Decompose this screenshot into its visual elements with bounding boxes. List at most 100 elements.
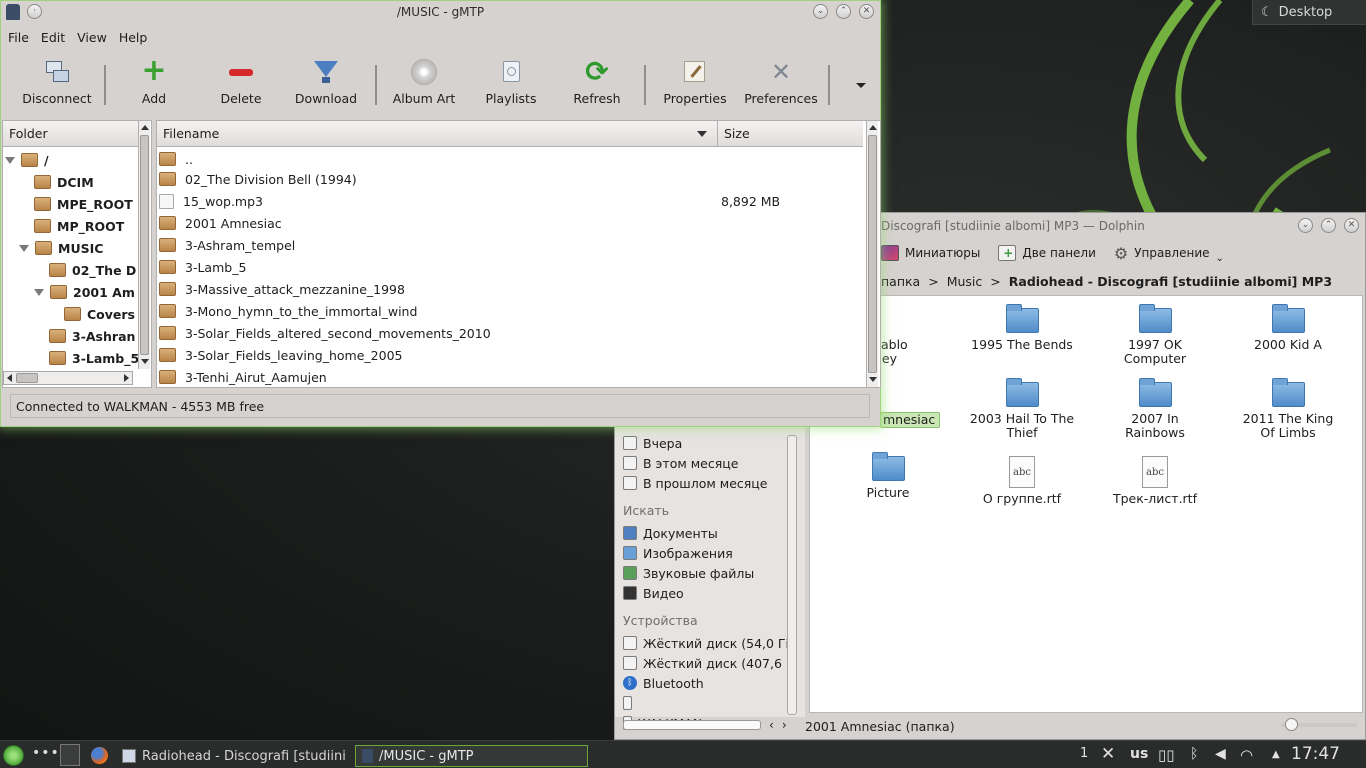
tools-icon[interactable]: ✕ (1101, 744, 1115, 764)
task-gmtp-active[interactable]: /MUSIC - gMTP (355, 745, 588, 767)
places-item-video[interactable]: Видео (623, 583, 795, 603)
dolphin-icon-view[interactable]: Pablo ney 1995 The Bends 1997 OK Compute… (809, 295, 1363, 713)
menu-edit[interactable]: Edit (41, 30, 65, 45)
folder-horizontal-scrollbar[interactable] (3, 371, 133, 385)
tree-item-mpe-root[interactable]: MPE_ROOT (34, 193, 133, 215)
preferences-button[interactable]: ✕ Preferences (741, 53, 821, 113)
folder-hscroll-thumb[interactable] (16, 373, 38, 383)
places-hscroll-track[interactable] (623, 720, 761, 730)
application-launcher-icon[interactable] (3, 745, 24, 766)
file-item[interactable]: abc Трек-лист.rtf (1095, 456, 1215, 506)
download-button[interactable]: Download (291, 53, 361, 113)
list-item[interactable]: 3-Massive_attack_mezzanine_1998 (157, 278, 865, 300)
folder-column-header[interactable]: Folder (3, 121, 139, 147)
list-item[interactable]: 15_wop.mp3 8,892 MB (157, 190, 865, 212)
breadcrumb-item-current[interactable]: Radiohead - Discografi [studiinie albomi… (1009, 274, 1332, 289)
places-item-this-month[interactable]: В этом месяце (623, 453, 795, 473)
firefox-icon[interactable] (91, 747, 108, 764)
delete-button[interactable]: Delete (213, 53, 269, 113)
file-item[interactable]: abc О группе.rtf (962, 456, 1082, 506)
list-item[interactable]: 02_The Division Bell (1994) (157, 168, 865, 190)
tree-item-mp-root[interactable]: MP_ROOT (34, 215, 124, 237)
places-scrollbar[interactable] (787, 435, 797, 715)
breadcrumb-item-folder[interactable]: папка (881, 274, 920, 289)
tree-item-ashram[interactable]: 3-Ashran (49, 325, 135, 347)
folder-item[interactable]: 2003 Hail To The Thief (962, 378, 1082, 440)
scroll-left-icon[interactable] (7, 374, 12, 382)
places-horizontal-scrollbar[interactable]: ‹ › (615, 715, 805, 735)
folder-item[interactable]: 2000 Kid A (1228, 304, 1348, 352)
list-item[interactable]: 3-Solar_Fields_leaving_home_2005 (157, 344, 865, 366)
playlists-button[interactable]: Playlists (481, 53, 541, 113)
dolphin-maximize-button[interactable]: ⌃ (1321, 218, 1336, 233)
folder-item[interactable]: 2007 In Rainbows (1095, 378, 1215, 440)
bluetooth-tray-icon[interactable]: ᛒ (1190, 746, 1198, 762)
kde-connect-icon[interactable]: ▯▯ (1158, 746, 1175, 764)
dolphin-close-button[interactable]: ✕ (1344, 218, 1359, 233)
tray-expand-icon[interactable]: ▲ (1272, 749, 1280, 760)
menu-file[interactable]: File (8, 30, 29, 45)
folder-scroll-thumb[interactable] (140, 135, 149, 355)
thumbnails-button[interactable]: Миниатюры (881, 245, 980, 261)
tree-item-covers[interactable]: Covers (64, 303, 135, 325)
folder-tree-pane[interactable]: Folder / DCIM MPE_ROOT MP_ROOT MUSIC 02_… (2, 120, 152, 388)
scroll-down-icon[interactable] (141, 359, 149, 364)
file-list-pane[interactable]: Filename Size .. 02_The Division Bell (1… (156, 120, 881, 388)
list-item[interactable]: 3-Lamb_5 (157, 256, 865, 278)
desktop-widget[interactable]: ☾ Desktop (1252, 0, 1366, 25)
gmtp-close-button[interactable]: ✕ (859, 4, 874, 19)
dolphin-minimize-button[interactable]: ⌄ (1298, 218, 1313, 233)
volume-icon[interactable]: ◀ (1215, 746, 1226, 762)
more-options-icon[interactable]: ••• (32, 745, 60, 761)
scroll-down-icon[interactable] (869, 377, 877, 382)
tree-item-division-bell[interactable]: 02_The D (49, 259, 136, 281)
folder-item[interactable]: 1997 OK Computer (1095, 304, 1215, 366)
places-item-yesterday[interactable]: Вчера (623, 433, 795, 453)
app-icon[interactable] (6, 4, 20, 20)
file-vertical-scrollbar[interactable] (866, 121, 878, 387)
album-art-button[interactable]: Album Art (389, 53, 459, 113)
workspace-number[interactable]: 1 (1080, 746, 1088, 761)
gmtp-window[interactable]: /MUSIC - gMTP · ⌄ ⌃ ✕ File Edit View Hel… (0, 0, 881, 427)
disconnect-button[interactable]: Disconnect (21, 53, 93, 113)
wifi-icon[interactable]: ◠ (1240, 746, 1253, 764)
places-item-bluetooth[interactable]: ᛒ Bluetooth (623, 673, 795, 693)
tree-item-amnesiac[interactable]: 2001 Am (34, 281, 135, 303)
list-item[interactable]: 3-Tenhi_Airut_Aamujen (157, 366, 865, 388)
clock[interactable]: 17:47 (1291, 744, 1340, 764)
menu-view[interactable]: View (77, 30, 107, 45)
tree-item-lamb[interactable]: 3-Lamb_5 (49, 347, 139, 369)
scroll-right-icon[interactable]: › (782, 718, 787, 732)
tree-item-dcim[interactable]: DCIM (34, 171, 94, 193)
keyboard-layout[interactable]: us (1130, 746, 1148, 762)
places-item-images[interactable]: Изображения (623, 543, 795, 563)
folder-item[interactable]: 1995 The Bends (962, 304, 1082, 352)
breadcrumb-item-music[interactable]: Music (947, 274, 983, 289)
list-item[interactable]: 3-Ashram_tempel (157, 234, 865, 256)
refresh-button[interactable]: ⟳ Refresh (567, 53, 627, 113)
list-item[interactable]: 2001 Amnesiac (157, 212, 865, 234)
places-item-disk-1[interactable]: Жёсткий диск (54,0 Гі (623, 633, 795, 653)
folder-item[interactable]: 2011 The King Of Limbs (1228, 378, 1348, 440)
filename-column-header[interactable]: Filename (157, 121, 717, 147)
task-dolphin[interactable]: Radiohead - Discografi [studiinie (116, 745, 346, 767)
zoom-slider-handle[interactable] (1285, 718, 1298, 731)
places-item-device[interactable] (623, 693, 795, 713)
folder-item[interactable]: Picture (828, 452, 948, 500)
control-menu-button[interactable]: ⚙ Управление ⌄ (1114, 243, 1224, 264)
size-column-header[interactable]: Size (717, 121, 863, 147)
zoom-slider[interactable] (1281, 718, 1357, 731)
menu-help[interactable]: Help (119, 30, 148, 45)
window-menu-button[interactable]: · (27, 4, 42, 19)
pager-icon[interactable] (60, 744, 80, 766)
folder-vertical-scrollbar[interactable] (138, 121, 150, 369)
gmtp-maximize-button[interactable]: ⌃ (836, 4, 851, 19)
list-item[interactable]: 3-Solar_Fields_altered_second_movements_… (157, 322, 865, 344)
toolbar-overflow-icon[interactable] (856, 83, 866, 88)
places-item-documents[interactable]: Документы (623, 523, 795, 543)
places-item-audio[interactable]: Звуковые файлы (623, 563, 795, 583)
gmtp-titlebar[interactable]: /MUSIC - gMTP (1, 1, 880, 23)
places-item-last-month[interactable]: В прошлом месяце (623, 473, 795, 493)
places-item-disk-2[interactable]: Жёсткий диск (407,6 І (623, 653, 795, 673)
gmtp-minimize-button[interactable]: ⌄ (813, 4, 828, 19)
